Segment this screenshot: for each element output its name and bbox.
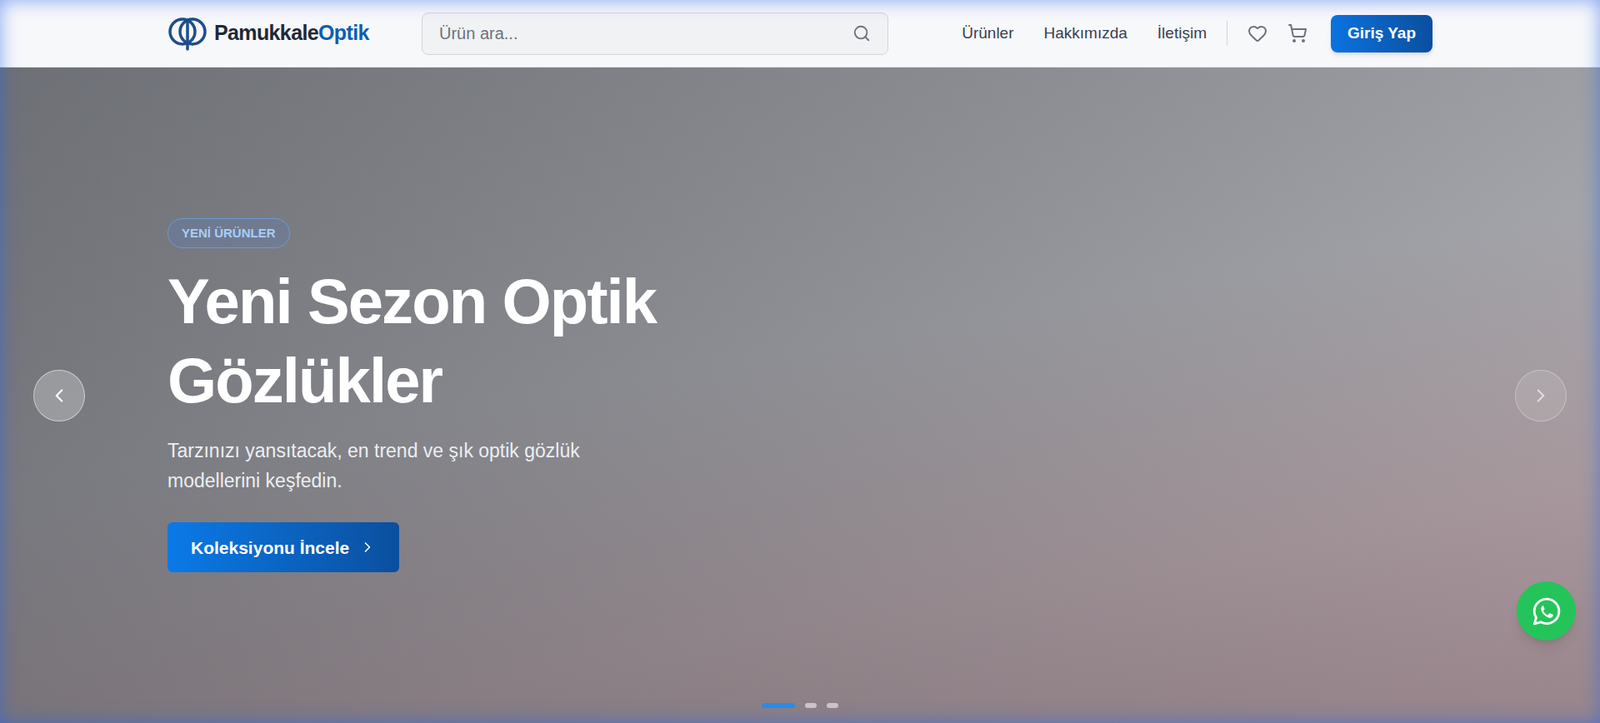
logo-icon — [167, 15, 208, 51]
header: PamukkaleOptikÜrün ara... Ürünler Hakkımız… — [0, 0, 1600, 68]
hero-slider: YENİ ÜRÜNLER Yeni Sezon Optik Gözlükler Ta… — [0, 67, 1600, 723]
cart-icon[interactable] — [1287, 23, 1308, 44]
hero-badge: YENİ ÜRÜNLER — [167, 218, 290, 250]
search-icon[interactable] — [852, 24, 871, 43]
logo[interactable]: PamukkaleOptik — [167, 15, 422, 51]
whatsapp-icon — [1530, 595, 1563, 628]
next-arrow[interactable] — [1515, 370, 1567, 422]
slider-dot[interactable] — [826, 703, 839, 709]
nav: Ürünler Hakkımızda İletişim — [961, 21, 1207, 46]
prev-arrow[interactable] — [33, 370, 85, 422]
edge-glow — [0, 0, 1600, 723]
chevron-right-icon — [1530, 385, 1552, 407]
login-button[interactable]: Giriş Yap — [1330, 15, 1433, 53]
search-field[interactable]: Ürün ara... — [421, 12, 889, 55]
heart-icon[interactable] — [1247, 23, 1268, 44]
hero-subtitle: Tarzınızı yansıtacak, en trend ve şık op… — [167, 436, 635, 496]
hero-title: Yeni Sezon Optik Gözlükler — [167, 261, 751, 420]
nav-link[interactable]: Hakkımızda — [1044, 21, 1128, 46]
chevron-left-icon — [48, 385, 70, 407]
whatsapp-button[interactable] — [1516, 581, 1576, 641]
chevron-right-icon — [359, 539, 376, 556]
cta-button[interactable]: Koleksiyonu İncele — [167, 522, 400, 573]
nav-link[interactable]: İletişim — [1157, 21, 1207, 46]
nav-link[interactable]: Ürünler — [961, 21, 1014, 46]
slider-dot[interactable] — [805, 703, 817, 709]
page: PamukkaleOptikÜrün ara... Ürünler Hakkımız… — [0, 0, 1600, 723]
slider-dot[interactable] — [761, 703, 795, 709]
slider-dots — [761, 703, 839, 709]
